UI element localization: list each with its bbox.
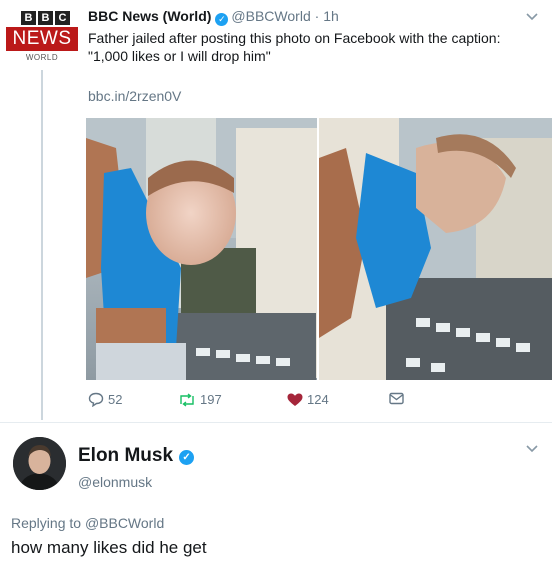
tweet-actions: 52 197 124 [0,392,552,412]
like-action[interactable]: 124 [287,392,329,407]
media-photos [86,118,552,380]
retweet-action[interactable]: 197 [178,392,222,407]
direct-message-action[interactable] [389,392,404,405]
direct-message-icon [389,392,404,405]
tweet-link[interactable]: bbc.in/2rzen0V [88,88,181,104]
retweet-count: 197 [200,392,222,407]
replying-to-handle[interactable]: @BBCWorld [85,515,164,531]
like-count: 124 [307,392,329,407]
heart-icon [287,393,303,406]
reply-text: how many likes did he get [11,538,207,557]
reply-author[interactable]: Elon Musk ✓ [78,445,197,467]
tweet-text-line: Father jailed after posting this photo o… [88,30,501,46]
photo-right [319,118,552,380]
retweet-icon [180,392,194,407]
news-band: NEWS [6,27,78,51]
verified-badge-icon: ✓ [215,13,229,26]
avatar-image [13,437,66,490]
reply-icon [88,392,104,407]
tweet-bbc[interactable]: B B C NEWS WORLD BBC News (World) ✓ @BBCWo… [0,0,552,422]
replying-to-prefix: Replying to [11,515,82,531]
reply-count: 52 [108,392,123,407]
tweet-header: BBC News (World) ✓ @BBCWorld · 1h [88,8,339,26]
bbc-letter: B [38,11,53,25]
bbc-letter: B [21,11,36,25]
reply-author-handle[interactable]: @elonmusk [78,474,152,490]
bbc-letter-blocks: B B C [21,11,70,25]
tweet-text-line: "1,000 likes or I will drop him" [88,48,271,64]
author-handle[interactable]: @BBCWorld [231,8,310,24]
replying-to: Replying to @BBCWorld [11,515,164,531]
world-label: WORLD [25,53,59,62]
verified-badge-icon: ✓ [179,450,195,465]
bbc-news-world-logo[interactable]: B B C NEWS WORLD [6,8,78,62]
avatar[interactable] [13,437,66,490]
tweet-time[interactable]: 1h [323,8,339,24]
chevron-down-icon[interactable] [526,442,538,456]
reply-author-name[interactable]: Elon Musk [78,445,173,466]
thread-line [41,70,43,420]
separator: · [314,8,320,24]
tweet-media[interactable] [86,118,552,380]
reply-action[interactable]: 52 [88,392,122,407]
tweet-text: Father jailed after posting this photo o… [88,29,543,65]
photo-left [86,118,321,380]
tweet-divider [0,422,552,423]
chevron-down-icon[interactable] [526,10,538,24]
bbc-letter: C [55,11,70,25]
author-name[interactable]: BBC News (World) [88,8,211,24]
